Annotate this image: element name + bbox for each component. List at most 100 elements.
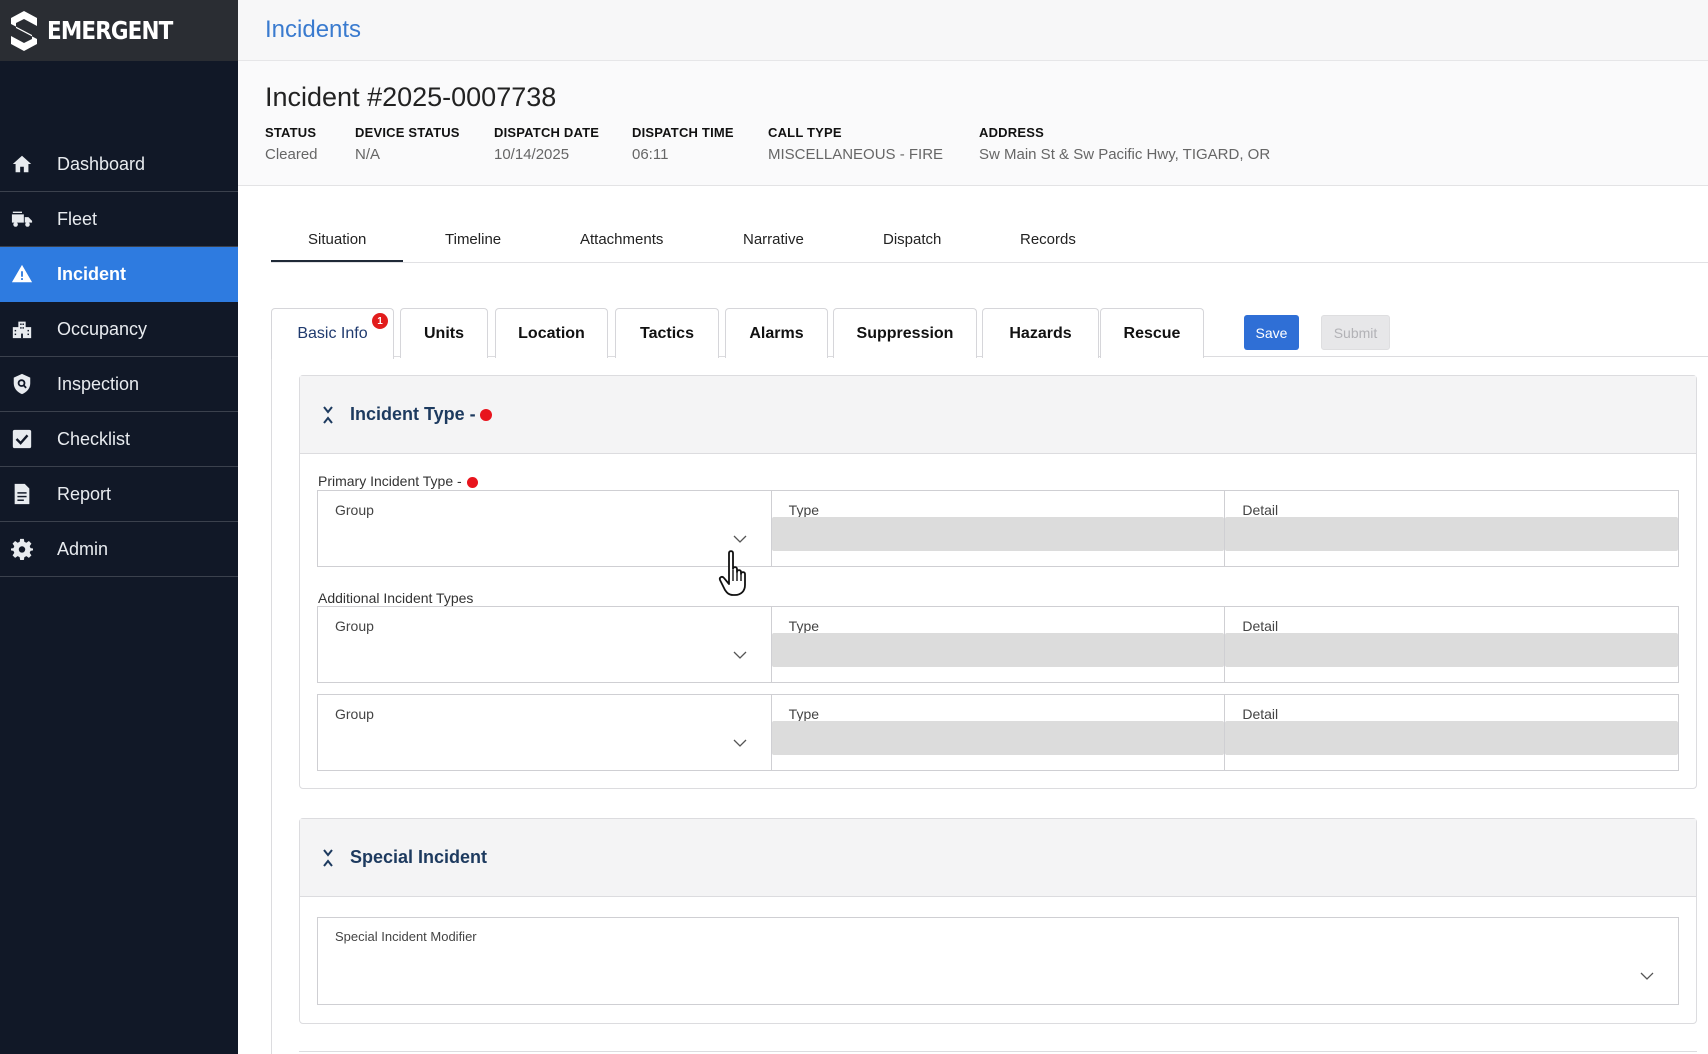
shield-search-icon (10, 372, 34, 396)
meta-value: Sw Main St & Sw Pacific Hwy, TIGARD, OR (979, 146, 1271, 163)
tab-narrative[interactable]: Narrative (743, 231, 804, 248)
disabled-field (771, 721, 1225, 755)
group-label: Group (335, 706, 374, 722)
meta-status: STATUS Cleared (265, 125, 318, 163)
submit-button[interactable]: Submit (1321, 315, 1390, 350)
special-incident-title: Special Incident (350, 847, 488, 867)
sidebar-item-dashboard[interactable]: Dashboard (0, 137, 238, 192)
detail-label: Detail (1242, 618, 1279, 634)
meta-label: DISPATCH TIME (632, 125, 734, 140)
group-select[interactable]: Group (318, 607, 772, 682)
meta-call-type: CALL TYPE MISCELLANEOUS - FIRE (768, 125, 943, 163)
subtab-tactics[interactable]: Tactics (615, 308, 719, 358)
tab-situation[interactable]: Situation (308, 231, 366, 248)
disabled-field (771, 633, 1225, 667)
sidebar-item-label: Occupancy (57, 318, 148, 339)
additional-incident-types-label: Additional Incident Types (318, 590, 474, 606)
additional-incident-type-row: Group Type Detail (317, 694, 1679, 771)
detail-label: Detail (1242, 706, 1279, 722)
meta-value: 10/14/2025 (494, 146, 570, 163)
meta-label: ADDRESS (979, 125, 1044, 140)
disabled-field (1225, 721, 1679, 755)
group-select[interactable]: Group (318, 695, 772, 770)
tab-timeline[interactable]: Timeline (445, 231, 501, 248)
meta-value: MISCELLANEOUS - FIRE (768, 146, 944, 163)
sidebar-item-label: Inspection (57, 373, 140, 394)
type-select: Type (771, 491, 1226, 566)
group-select[interactable]: Group (318, 491, 772, 566)
type-label: Type (788, 618, 820, 634)
top-bar: Incidents (238, 0, 1708, 61)
sidebar-item-inspection[interactable]: Inspection (0, 357, 238, 412)
subtab-hazards[interactable]: Hazards (982, 308, 1099, 358)
chevron-down-icon[interactable] (1640, 972, 1654, 981)
tab-records[interactable]: Records (1020, 231, 1076, 248)
sidebar-item-checklist[interactable]: Checklist (0, 412, 238, 467)
additional-incident-type-row: Group Type Detail (317, 606, 1679, 683)
meta-value: N/A (355, 146, 381, 163)
sidebar-item-label: Admin (57, 538, 109, 559)
chevron-down-icon[interactable] (733, 651, 747, 660)
meta-dispatch-time: DISPATCH TIME 06:11 (632, 125, 734, 163)
disabled-field (771, 517, 1225, 551)
disabled-field (1225, 517, 1679, 551)
meta-label: STATUS (265, 125, 317, 140)
sidebar-item-incident[interactable]: Incident (0, 247, 238, 302)
primary-incident-type-row: Group Type Detail (317, 490, 1679, 567)
detail-select: Detail (1225, 695, 1679, 770)
primary-incident-type-label: Primary Incident Type - (318, 473, 478, 489)
chevron-down-icon[interactable] (733, 535, 747, 544)
page-title: Incidents (265, 16, 362, 43)
meta-label: DISPATCH DATE (494, 125, 600, 140)
incident-header: Incident #2025-0007738 STATUS Cleared DE… (238, 61, 1708, 186)
collapse-icon[interactable] (322, 405, 334, 425)
detail-select: Detail (1225, 491, 1679, 566)
incident-title: Incident #2025-0007738 (265, 82, 557, 112)
type-select: Type (771, 695, 1226, 770)
meta-label: CALL TYPE (768, 125, 842, 140)
incident-type-title: Incident Type - (350, 404, 476, 424)
subtab-location[interactable]: Location (495, 308, 608, 358)
brand-name: EMERGENT (47, 16, 173, 45)
special-incident-header[interactable]: Special Incident (300, 819, 1696, 897)
subtab-suppression[interactable]: Suppression (833, 308, 977, 358)
subtab-units[interactable]: Units (400, 308, 488, 358)
modifier-cell[interactable]: Special Incident Modifier (318, 918, 1678, 1004)
subtab-rescue[interactable]: Rescue (1100, 308, 1204, 358)
document-icon (10, 482, 34, 506)
meta-address: ADDRESS Sw Main St & Sw Pacific Hwy, TIG… (979, 125, 1270, 163)
sidebar-nav: Dashboard Fleet Incident Occupancy Inspe… (0, 137, 238, 577)
detail-select: Detail (1225, 607, 1679, 682)
home-icon (10, 152, 34, 176)
type-label: Type (788, 706, 820, 722)
gear-icon (10, 537, 34, 561)
tab-attachments[interactable]: Attachments (580, 231, 663, 248)
group-label: Group (335, 502, 374, 518)
incident-type-header[interactable]: Incident Type - (300, 376, 1696, 454)
disabled-field (1225, 633, 1679, 667)
meta-value: 06:11 (632, 146, 669, 163)
sidebar-item-label: Incident (57, 263, 127, 284)
save-button[interactable]: Save (1244, 315, 1299, 350)
detail-label: Detail (1242, 502, 1279, 518)
sidebar-item-admin[interactable]: Admin (0, 522, 238, 577)
notification-badge: 1 (372, 313, 388, 329)
subtab-alarms[interactable]: Alarms (725, 308, 828, 358)
sidebar-item-fleet[interactable]: Fleet (0, 192, 238, 247)
meta-label: DEVICE STATUS (355, 125, 460, 140)
sidebar-item-label: Checklist (57, 428, 131, 449)
collapse-icon[interactable] (322, 848, 334, 868)
chevron-down-icon[interactable] (733, 739, 747, 748)
primary-incident-type-label-text: Primary Incident Type - (318, 473, 462, 489)
hand-pointer-cursor-icon (718, 550, 746, 596)
tab-dispatch[interactable]: Dispatch (883, 231, 941, 248)
logo[interactable]: EMERGENT (0, 0, 238, 61)
warning-icon (10, 262, 34, 286)
main-tabs: Situation Timeline Attachments Narrative… (271, 220, 1708, 263)
sidebar-item-report[interactable]: Report (0, 467, 238, 522)
subtab-basic-info[interactable]: Basic Info 1 (271, 308, 394, 359)
special-incident-modifier-select[interactable]: Special Incident Modifier (317, 917, 1679, 1005)
type-label: Type (788, 502, 820, 518)
sidebar: EMERGENT Dashboard Fleet Incident Occupa… (0, 0, 238, 1054)
sidebar-item-occupancy[interactable]: Occupancy (0, 302, 238, 357)
